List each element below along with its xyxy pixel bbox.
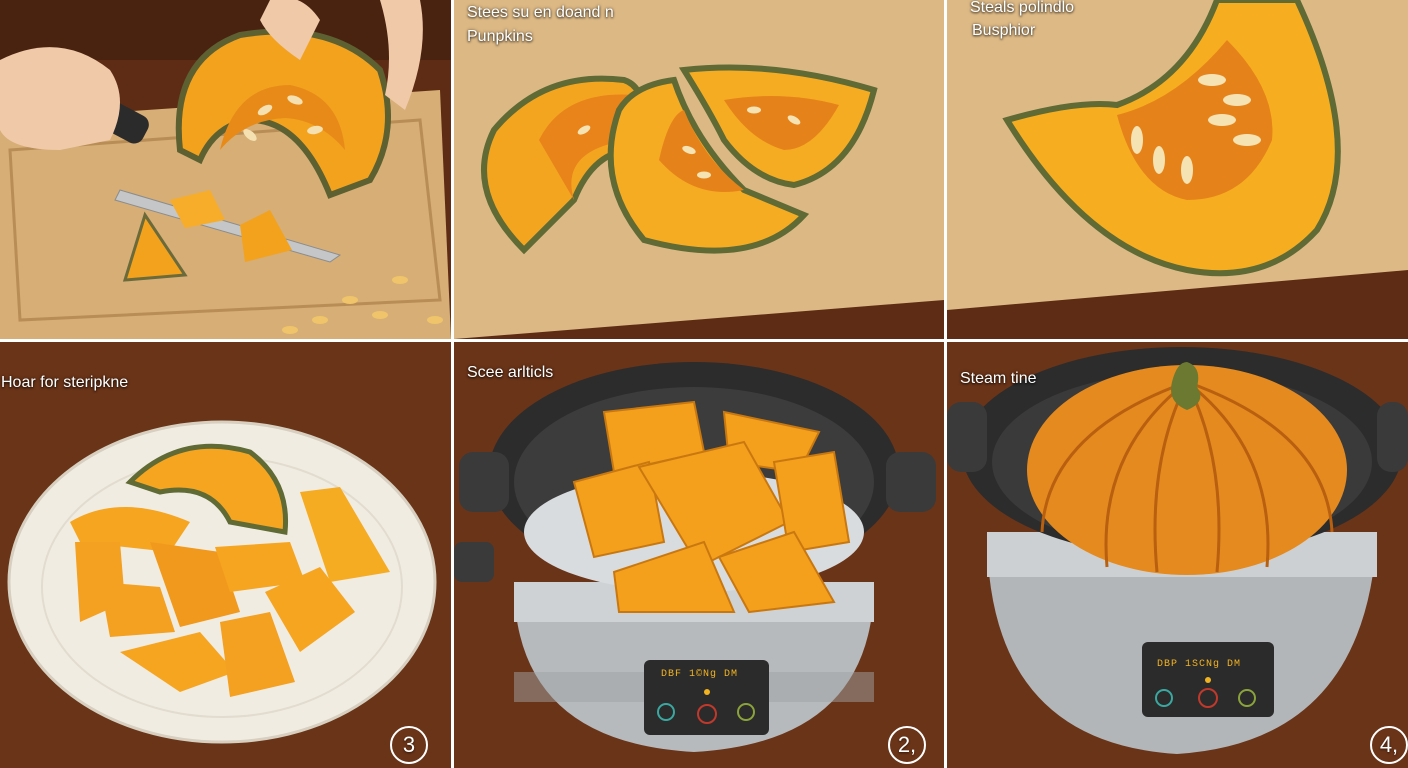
steamer-display-readout: DBF 1©Ng DM [661, 669, 739, 680]
panel-3-caption-line-2: Busphior [972, 22, 1036, 39]
panel-2-caption-line-2: Punpkins [467, 28, 533, 45]
cutting-illustration [0, 0, 451, 339]
panel-5-caption: Scee arlticls [467, 364, 554, 381]
grid-divider [0, 339, 1408, 342]
plate-illustration [0, 342, 451, 768]
slices-illustration [454, 0, 944, 339]
panel-3-caption-line-1: Steals polindlo [970, 0, 1075, 16]
cooker-illustration [947, 342, 1408, 768]
grid-divider [451, 0, 454, 768]
panel-2-caption-line-1: Stees su en doand n [467, 4, 614, 21]
wedge-illustration [947, 0, 1408, 339]
step-number-badge: 2, [888, 726, 926, 764]
step-number-badge: 3 [390, 726, 428, 764]
panel-pumpkin-slices: Stees su en doand n Punpkins [454, 0, 944, 339]
panel-cooker: Steam tine DBP 1SCNg DM 4, [947, 342, 1408, 768]
step-number-badge: 4, [1370, 726, 1408, 764]
panel-6-caption: Steam tine [960, 370, 1037, 387]
panel-plate: Hoar for steripkne 3 [0, 342, 451, 768]
panel-4-caption: Hoar for steripkne [1, 374, 129, 391]
panel-pumpkin-wedge: Steals polindlo Busphior [947, 0, 1408, 339]
grid-divider [944, 0, 947, 768]
steamer-illustration [454, 342, 944, 768]
panel-cutting-pumpkin [0, 0, 451, 339]
step-grid: Stees su en doand n Punpkins Steals poli… [0, 0, 1408, 768]
cooker-display-readout: DBP 1SCNg DM [1157, 659, 1242, 670]
panel-steamer: Scee arlticls DBF 1©Ng DM 2, [454, 342, 944, 768]
